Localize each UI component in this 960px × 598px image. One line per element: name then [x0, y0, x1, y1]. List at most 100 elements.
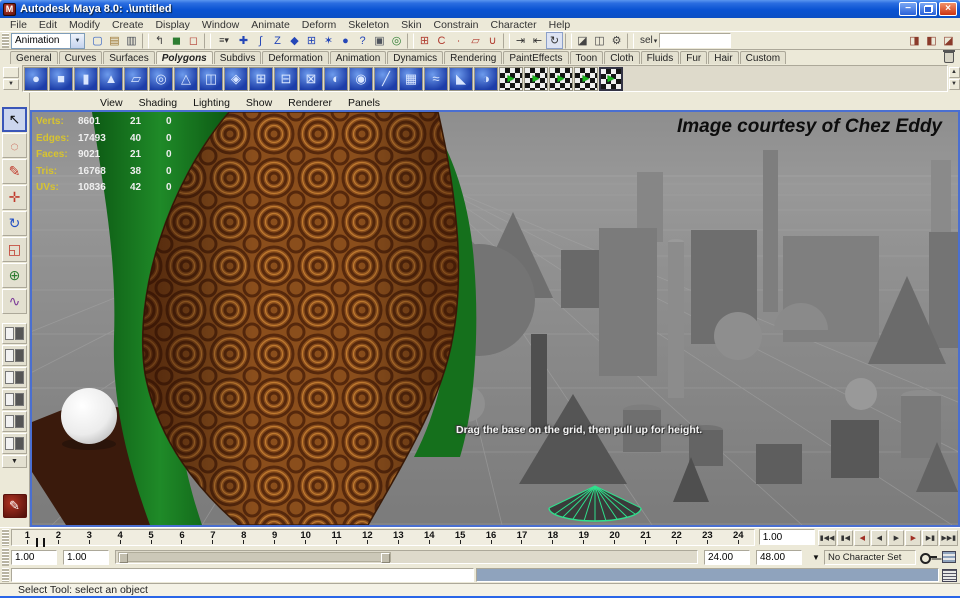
ipr-render-button[interactable]: ◫: [591, 32, 608, 49]
panel-menu-view[interactable]: View: [92, 97, 131, 109]
frame-23[interactable]: 23: [692, 530, 723, 545]
poly-cube-button[interactable]: ■: [49, 67, 73, 91]
menu-display[interactable]: Display: [149, 19, 195, 31]
make-live-button[interactable]: ∪: [484, 32, 501, 49]
menu-skeleton[interactable]: Skeleton: [342, 19, 395, 31]
mask-rendering-button[interactable]: ●: [337, 32, 354, 49]
planar-mapping-button[interactable]: ▶: [499, 67, 523, 91]
shelf-arrow-button[interactable]: ▼: [3, 79, 19, 90]
select-by-object-button[interactable]: ◼: [168, 32, 185, 49]
layout-persp-multi-button[interactable]: [2, 433, 27, 454]
restore-button[interactable]: [919, 2, 937, 16]
selection-mask-dropdown[interactable]: ≡▾: [213, 32, 235, 49]
animation-end-field[interactable]: [756, 550, 802, 565]
poly-platonic-button[interactable]: ◈: [224, 67, 248, 91]
channel-box-toggle-button[interactable]: ◪: [940, 32, 957, 49]
split-polygon-tool-button[interactable]: ╱: [374, 67, 398, 91]
frame-22[interactable]: 22: [661, 530, 692, 545]
scale-tool-button[interactable]: ◱: [2, 237, 27, 262]
mirror-geometry-button[interactable]: ◑: [474, 67, 498, 91]
panel-menu-panels[interactable]: Panels: [340, 97, 388, 109]
frame-16[interactable]: 16: [476, 530, 507, 545]
subdiv-proxy-button[interactable]: ▦: [399, 67, 423, 91]
new-scene-button[interactable]: ▢: [89, 32, 106, 49]
combine-button[interactable]: ⊞: [249, 67, 273, 91]
layout-single-pane-button[interactable]: [2, 323, 27, 344]
automatic-mapping-button[interactable]: ▶: [574, 67, 598, 91]
poly-torus-button[interactable]: ◎: [149, 67, 173, 91]
divider-1[interactable]: [142, 33, 149, 49]
frame-24[interactable]: 24: [723, 530, 754, 545]
uv-texture-editor-button[interactable]: ▶: [599, 67, 623, 91]
rotate-tool-button[interactable]: ↻: [2, 211, 27, 236]
chevron-down-icon[interactable]: ▾: [654, 37, 658, 45]
frame-5[interactable]: 5: [136, 530, 167, 545]
frame-ruler[interactable]: 1 2 3 4 5 6 7 8: [11, 529, 755, 546]
sculpt-geometry-tool-button[interactable]: ≈: [424, 67, 448, 91]
shelf-scroll-down-button[interactable]: ▼: [949, 79, 960, 90]
range-slider-track[interactable]: [115, 550, 698, 564]
frame-10[interactable]: 10: [290, 530, 321, 545]
smooth-button[interactable]: ◉: [349, 67, 373, 91]
shelf-scroll-up-button[interactable]: ▲: [949, 67, 960, 78]
layout-persp-outliner-button[interactable]: [2, 367, 27, 388]
mask-joints-button[interactable]: ∫: [252, 32, 269, 49]
select-by-component-button[interactable]: ◻: [185, 32, 202, 49]
pane-layout-dropdown-button[interactable]: ▼: [2, 455, 27, 468]
poly-cylinder-button[interactable]: ▮: [74, 67, 98, 91]
frame-21[interactable]: 21: [630, 530, 661, 545]
divider-4[interactable]: [503, 33, 510, 49]
step-forward-one-frame-button[interactable]: ▶▮: [922, 530, 938, 546]
divider-2[interactable]: [204, 33, 211, 49]
menu-edit[interactable]: Edit: [33, 19, 63, 31]
playback-start-field[interactable]: [63, 550, 109, 565]
paint-effects-icon[interactable]: ✎: [3, 494, 27, 518]
paint-selection-tool-button[interactable]: ✎: [2, 159, 27, 184]
quick-select-label[interactable]: sel: [640, 35, 653, 46]
separate-button[interactable]: ⊟: [274, 67, 298, 91]
command-input[interactable]: [11, 568, 474, 582]
mask-deformers-button[interactable]: ⊞: [303, 32, 320, 49]
menu-constrain[interactable]: Constrain: [428, 19, 485, 31]
range-start-handle[interactable]: [119, 553, 128, 563]
layout-four-pane-button[interactable]: [2, 345, 27, 366]
step-back-one-key-button[interactable]: ◀: [854, 530, 870, 546]
play-forwards-button[interactable]: ▶: [888, 530, 904, 546]
spherical-mapping-button[interactable]: ▶: [549, 67, 573, 91]
frame-9[interactable]: 9: [259, 530, 290, 545]
lock-selection-button[interactable]: ▣: [371, 32, 388, 49]
snap-to-points-button[interactable]: ∙: [450, 32, 467, 49]
move-tool-button[interactable]: ✛: [2, 185, 27, 210]
divider-6[interactable]: [627, 33, 634, 49]
step-forward-one-key-button[interactable]: ▶: [905, 530, 921, 546]
poly-pyramid-button[interactable]: △: [174, 67, 198, 91]
layout-hypershade-persp-button[interactable]: [2, 411, 27, 432]
menu-animate[interactable]: Animate: [245, 19, 296, 31]
poly-plane-button[interactable]: ▱: [124, 67, 148, 91]
construction-history-button[interactable]: ↻: [546, 32, 563, 49]
cylindrical-mapping-button[interactable]: ▶: [524, 67, 548, 91]
attribute-editor-toggle-button[interactable]: ◨: [906, 32, 923, 49]
tool-settings-toggle-button[interactable]: ◧: [923, 32, 940, 49]
animation-start-field[interactable]: [11, 550, 57, 565]
snap-to-grids-button[interactable]: ⊞: [416, 32, 433, 49]
layout-persp-graph-button[interactable]: [2, 389, 27, 410]
mask-dynamics-button[interactable]: ✶: [320, 32, 337, 49]
mask-surfaces-button[interactable]: ◆: [286, 32, 303, 49]
frame-14[interactable]: 14: [414, 530, 445, 545]
range-end-handle[interactable]: [381, 553, 390, 563]
frame-4[interactable]: 4: [105, 530, 136, 545]
select-by-hierarchy-button[interactable]: ↰: [151, 32, 168, 49]
render-current-frame-button[interactable]: ◪: [574, 32, 591, 49]
frame-19[interactable]: 19: [568, 530, 599, 545]
menu-set-dropdown[interactable]: Animation ▼: [11, 33, 85, 49]
highlight-selection-button[interactable]: ◎: [388, 32, 405, 49]
divider-3[interactable]: [407, 33, 414, 49]
trash-icon[interactable]: [944, 52, 954, 63]
menu-modify[interactable]: Modify: [63, 19, 106, 31]
open-scene-button[interactable]: ▤: [106, 32, 123, 49]
frame-2[interactable]: 2: [43, 530, 74, 545]
shelf-menu-button[interactable]: [3, 67, 19, 78]
menu-window[interactable]: Window: [196, 19, 245, 31]
go-to-playback-end-button[interactable]: ▶▶▮: [939, 530, 958, 546]
